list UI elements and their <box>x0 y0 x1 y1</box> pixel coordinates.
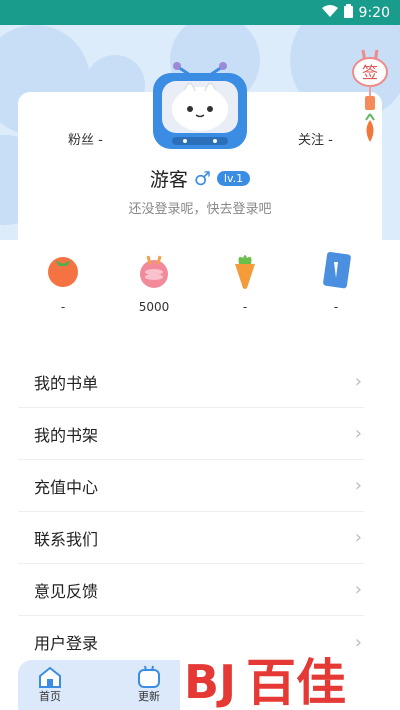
avatar[interactable] <box>150 57 250 152</box>
chevron-right-icon: › <box>354 423 362 444</box>
menu-item-label: 意见反馈 <box>34 581 99 601</box>
login-prompt[interactable]: 还没登录呢，快去登录吧 <box>0 198 400 217</box>
chevron-right-icon: › <box>354 371 362 392</box>
menu-item-booklist[interactable]: 我的书单 › <box>18 356 364 408</box>
menu-list: 我的书单 › 我的书架 › 充值中心 › 联系我们 › 意见反馈 › 用户登录 … <box>18 356 364 668</box>
watermark-text: 百佳 <box>246 654 346 710</box>
menu-item-recharge[interactable]: 充值中心 › <box>18 460 364 512</box>
menu-item-contact[interactable]: 联系我们 › <box>18 512 364 564</box>
asset-carrot[interactable]: - <box>215 250 275 314</box>
wifi-icon <box>321 4 338 21</box>
watermark-mark: BJ <box>184 655 236 709</box>
carrot-icon <box>235 255 255 289</box>
card-icon <box>323 252 351 289</box>
user-name: 游客 <box>149 169 188 191</box>
follow-count[interactable]: 关注 - <box>298 129 333 148</box>
status-bar: 9:20 <box>0 0 400 25</box>
tab-label: 首页 <box>39 690 61 703</box>
tab-label: 更新 <box>138 690 160 703</box>
asset-value: - <box>333 300 339 314</box>
fans-count[interactable]: 粉丝 - <box>68 129 103 148</box>
sign-in-button[interactable]: 签 <box>351 48 389 148</box>
home-icon <box>20 660 80 688</box>
level-badge: lv.1 <box>216 171 251 186</box>
user-name-row: 游客 ♂ lv.1 <box>0 165 400 192</box>
male-icon: ♂ <box>193 167 211 190</box>
asset-card[interactable]: - <box>306 250 366 314</box>
menu-item-bookshelf[interactable]: 我的书架 › <box>18 408 364 460</box>
menu-item-label: 联系我们 <box>34 529 99 549</box>
asset-value: - <box>60 300 66 314</box>
coin-stack-icon <box>140 255 168 288</box>
tab-update[interactable]: 更新 <box>119 660 179 704</box>
sign-label: 签 <box>362 63 378 82</box>
chevron-right-icon: › <box>354 475 362 496</box>
asset-coins[interactable]: 5000 <box>124 250 184 314</box>
menu-item-feedback[interactable]: 意见反馈 › <box>18 564 364 616</box>
status-time: 9:20 <box>358 4 390 21</box>
asset-tomato[interactable]: - <box>33 250 93 314</box>
chevron-right-icon: › <box>354 579 362 600</box>
tomato-icon <box>48 257 78 287</box>
menu-item-label: 充值中心 <box>34 477 99 497</box>
menu-item-label: 用户登录 <box>34 634 99 653</box>
tab-home[interactable]: 首页 <box>20 660 80 704</box>
update-icon <box>119 660 179 688</box>
asset-value: 5000 <box>138 300 170 314</box>
menu-item-label: 我的书单 <box>34 373 99 393</box>
assets-row: - 5000 - - <box>0 250 400 320</box>
chevron-right-icon: › <box>354 527 362 548</box>
menu-item-label: 我的书架 <box>34 425 99 445</box>
battery-icon <box>343 3 353 22</box>
asset-value: - <box>242 300 248 314</box>
watermark-logo: BJ 百佳 <box>180 640 400 710</box>
